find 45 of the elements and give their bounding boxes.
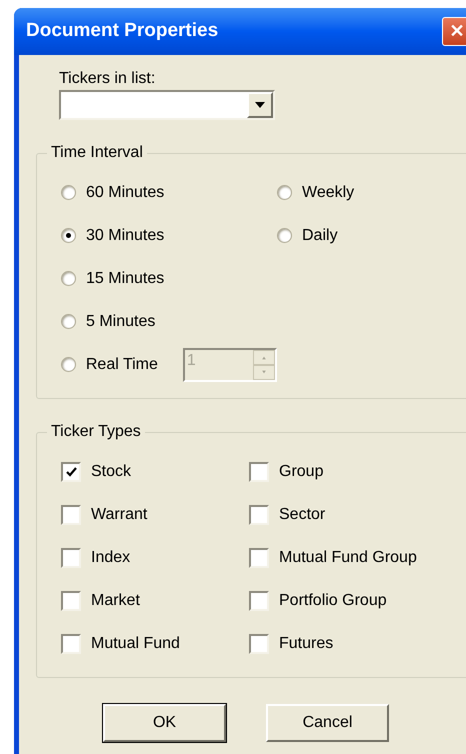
checkbox-label: Portfolio Group bbox=[279, 590, 387, 610]
window-title: Document Properties bbox=[26, 19, 220, 44]
radio-label: 5 Minutes bbox=[86, 312, 156, 332]
checkbox-label: Stock bbox=[91, 462, 132, 482]
radio-button[interactable] bbox=[277, 185, 292, 200]
radio-label: Real Time bbox=[86, 354, 158, 374]
checkbox[interactable] bbox=[249, 504, 269, 524]
checkbox-label: Futures bbox=[279, 634, 334, 654]
checkbox-label: Group bbox=[279, 462, 324, 482]
radio-label: Weekly bbox=[302, 182, 354, 202]
dropdown-field[interactable] bbox=[59, 90, 275, 120]
checkbox[interactable] bbox=[61, 462, 81, 482]
checkbox[interactable] bbox=[249, 462, 269, 482]
checkbox[interactable] bbox=[249, 590, 269, 610]
radio-label: 60 Minutes bbox=[86, 182, 164, 202]
checkbox[interactable] bbox=[61, 504, 81, 524]
checkbox-label: Index bbox=[91, 548, 130, 568]
checkbox[interactable] bbox=[61, 634, 81, 654]
spin-value: 1 bbox=[186, 350, 197, 370]
radio-label: Daily bbox=[302, 226, 338, 246]
caret-icon bbox=[255, 102, 265, 108]
checkbox-label: Warrant bbox=[91, 504, 148, 524]
radio-label: 30 Minutes bbox=[86, 226, 164, 246]
checkbox-label: Market bbox=[91, 590, 140, 610]
checkmark-icon bbox=[66, 466, 76, 476]
radio-button[interactable] bbox=[277, 228, 292, 243]
field-label: Tickers in list: bbox=[59, 69, 156, 89]
group-title: Ticker Types bbox=[47, 422, 145, 442]
checkbox[interactable] bbox=[61, 590, 81, 610]
checkbox-label: Mutual Fund Group bbox=[279, 548, 417, 568]
dialog-button[interactable]: OK bbox=[103, 704, 226, 742]
radio-button[interactable] bbox=[61, 271, 76, 286]
radio-button[interactable] bbox=[61, 228, 76, 243]
checkbox[interactable] bbox=[61, 548, 81, 568]
checkbox-label: Mutual Fund bbox=[91, 634, 180, 654]
checkbox[interactable] bbox=[249, 548, 269, 568]
close-button[interactable]: ✕ bbox=[442, 17, 466, 46]
radio-button[interactable] bbox=[61, 314, 76, 329]
radio-label: 15 Minutes bbox=[86, 268, 164, 288]
radio-button[interactable] bbox=[61, 357, 76, 372]
checkbox-label: Sector bbox=[279, 504, 326, 524]
checkbox[interactable] bbox=[249, 634, 269, 654]
dropdown-arrow-button[interactable] bbox=[247, 92, 273, 118]
dialog-button[interactable]: Cancel bbox=[266, 704, 389, 742]
radio-button[interactable] bbox=[61, 185, 76, 200]
